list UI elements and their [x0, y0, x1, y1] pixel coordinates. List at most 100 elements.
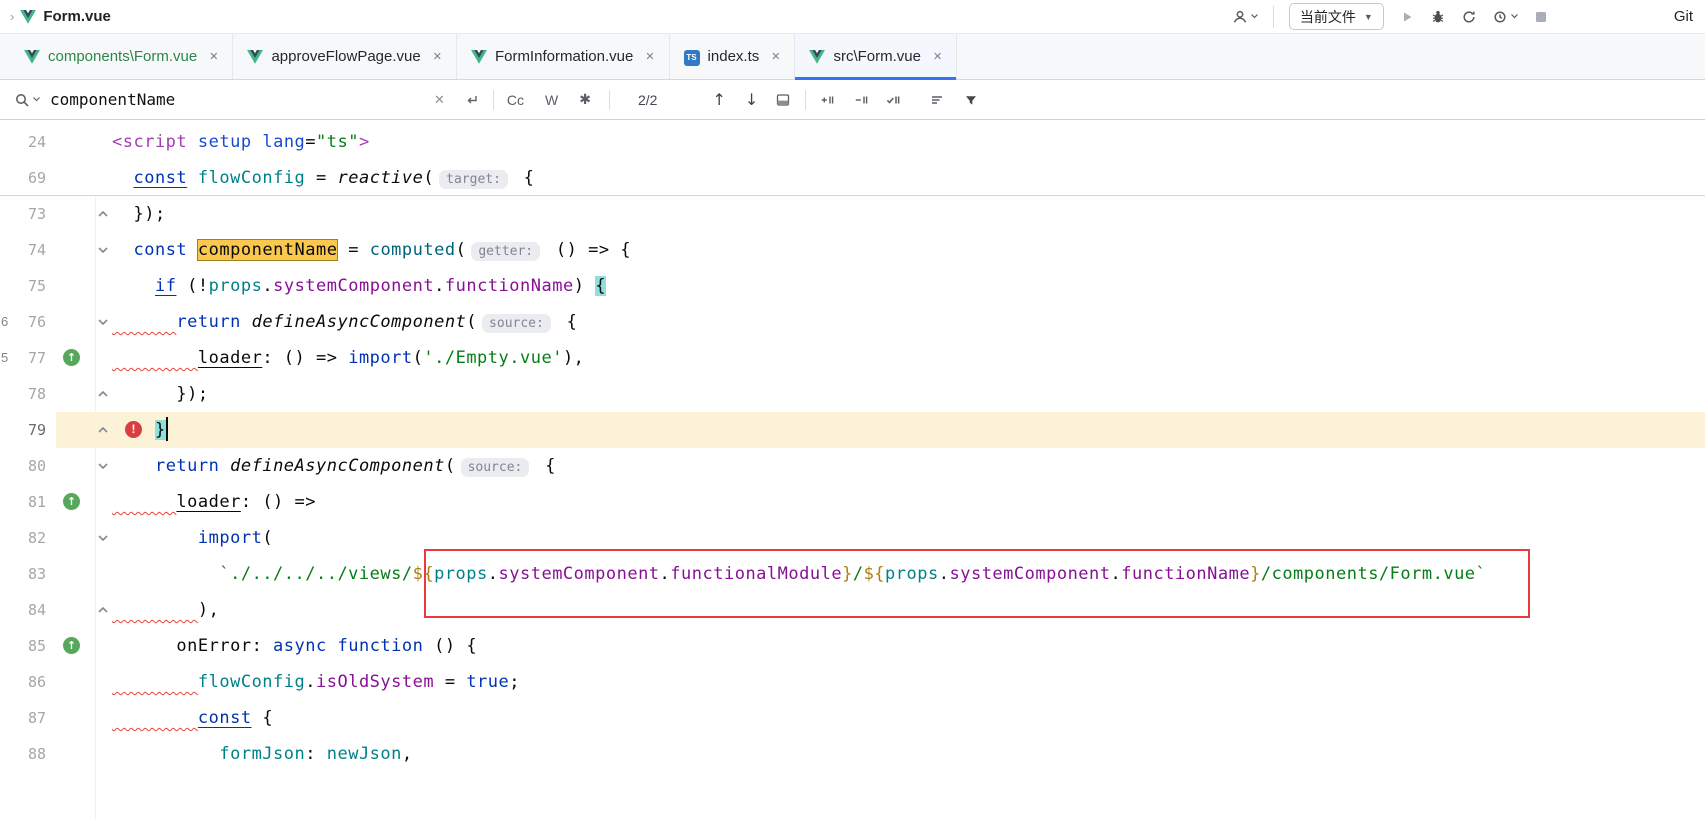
filter-button[interactable] — [963, 92, 979, 108]
code-line[interactable]: 74 const componentName = computed(getter… — [0, 232, 1705, 268]
tab-close-icon[interactable]: ✕ — [433, 50, 442, 63]
rerun-coverage-button[interactable] — [1461, 9, 1477, 25]
editor-tab[interactable]: components\Form.vue✕ — [10, 34, 233, 79]
code-token: functionName — [445, 276, 574, 296]
fold-end-icon[interactable] — [97, 424, 109, 436]
code-token: const — [133, 168, 187, 188]
code-line[interactable]: 775↑ loader: () => import('./Empty.vue')… — [0, 340, 1705, 376]
code-line[interactable]: 69 const flowConfig = reactive(target: { — [0, 160, 1705, 196]
tab-close-icon[interactable]: ✕ — [209, 50, 218, 63]
stray-digit: 5 — [1, 340, 8, 376]
newline-toggle-icon[interactable] — [463, 92, 479, 108]
search-icon[interactable] — [14, 92, 40, 108]
line-number: 80 — [0, 448, 46, 484]
code-text: ), — [112, 592, 219, 628]
ide-window: › Form.vue 当前文件 ▼ — [0, 0, 1705, 820]
fold-end-icon[interactable] — [97, 604, 109, 616]
tab-label: src\Form.vue — [833, 48, 921, 65]
code-text: }); — [112, 376, 209, 412]
remove-occurrence-button[interactable] — [853, 92, 869, 108]
code-token: ( — [413, 348, 424, 368]
code-token: ), — [563, 348, 584, 368]
code-token: import — [348, 348, 412, 368]
editor-tabs: components\Form.vue✕approveFlowPage.vue✕… — [0, 34, 1705, 80]
code-token: if — [155, 276, 176, 296]
code-line[interactable]: 24<script setup lang="ts"> — [0, 124, 1705, 160]
code-token — [112, 708, 198, 728]
search-query[interactable]: componentName — [50, 90, 430, 109]
select-all-occurrences-button[interactable] — [885, 92, 901, 108]
tab-close-icon[interactable]: ✕ — [771, 50, 780, 63]
code-line[interactable]: 80 return defineAsyncComponent(source: { — [0, 448, 1705, 484]
code-token: ; — [509, 672, 520, 692]
override-marker-icon[interactable]: ↑ — [63, 349, 80, 366]
fold-start-icon[interactable] — [97, 460, 109, 472]
code-token: './Empty.vue' — [423, 348, 563, 368]
code-token: const — [198, 708, 252, 728]
run-config-select[interactable]: 当前文件 ▼ — [1289, 3, 1384, 30]
stop-button[interactable] — [1533, 9, 1549, 25]
code-text: flowConfig.isOldSystem = true; — [112, 664, 520, 700]
fold-start-icon[interactable] — [97, 532, 109, 544]
editor-tab[interactable]: TSindex.ts✕ — [670, 34, 796, 79]
next-match-button[interactable]: ↓ — [745, 90, 758, 109]
code-text: formJson: newJson, — [112, 736, 413, 772]
fold-end-icon[interactable] — [97, 208, 109, 220]
filter-lines-button[interactable] — [929, 92, 945, 108]
override-marker-icon[interactable]: ↑ — [63, 637, 80, 654]
editor[interactable]: 24<script setup lang="ts">69 const flowC… — [0, 120, 1705, 820]
divider — [609, 90, 610, 110]
code-line[interactable]: 81↑ loader: () => — [0, 484, 1705, 520]
debug-button[interactable] — [1430, 9, 1446, 25]
code-token: ( — [262, 528, 273, 548]
code-token — [112, 168, 133, 188]
add-occurrence-button[interactable] — [819, 92, 835, 108]
regex-toggle[interactable]: ✱ — [579, 91, 591, 108]
chevron-down-icon — [1511, 14, 1518, 19]
vue-icon — [24, 49, 40, 65]
code-line[interactable]: 79! } — [0, 412, 1705, 448]
words-toggle[interactable]: W — [545, 92, 558, 108]
divider — [805, 90, 806, 110]
code-line[interactable]: 85↑ onError: async function () { — [0, 628, 1705, 664]
override-marker-icon[interactable]: ↑ — [63, 493, 80, 510]
code-token: flowConfig — [198, 168, 305, 188]
fold-start-icon[interactable] — [97, 316, 109, 328]
code-line[interactable]: 73 }); — [0, 196, 1705, 232]
line-number: 88 — [0, 736, 46, 772]
code-token — [112, 564, 219, 584]
code-line[interactable]: 87 const { — [0, 700, 1705, 736]
code-token: return — [155, 456, 219, 476]
run-button[interactable] — [1399, 9, 1415, 25]
error-icon[interactable]: ! — [125, 421, 142, 438]
editor-tab[interactable]: approveFlowPage.vue✕ — [233, 34, 456, 79]
tab-close-icon[interactable]: ✕ — [933, 50, 942, 63]
clear-search-icon[interactable]: ✕ — [434, 92, 445, 108]
code-line[interactable]: 766 return defineAsyncComponent(source: … — [0, 304, 1705, 340]
prev-match-button[interactable]: ↑ — [712, 90, 725, 109]
code-line[interactable]: 75 if (!props.systemComponent.functionNa… — [0, 268, 1705, 304]
code-line[interactable]: 88 formJson: newJson, — [0, 736, 1705, 772]
code-token — [187, 168, 198, 188]
code-line[interactable]: 86 flowConfig.isOldSystem = true; — [0, 664, 1705, 700]
code-token: loader — [176, 492, 240, 512]
tab-close-icon[interactable]: ✕ — [645, 50, 654, 63]
git-label[interactable]: Git — [1674, 8, 1693, 25]
fold-end-icon[interactable] — [97, 388, 109, 400]
fold-start-icon[interactable] — [97, 244, 109, 256]
code-token: . — [262, 276, 273, 296]
profiler-button[interactable] — [1492, 9, 1518, 25]
editor-tab[interactable]: src\Form.vue ✕ — [795, 34, 957, 79]
code-text: const flowConfig = reactive(target: { — [112, 160, 534, 198]
inlay-hint: source: — [461, 458, 530, 477]
open-in-tool-window-button[interactable] — [775, 92, 791, 108]
line-number: 78 — [0, 376, 46, 412]
editor-tab[interactable]: FormInformation.vue✕ — [457, 34, 670, 79]
breadcrumb-chevron-icon[interactable]: › — [10, 9, 14, 24]
line-number: 87 — [0, 700, 46, 736]
code-line[interactable]: 78 }); — [0, 376, 1705, 412]
code-text: const { — [112, 700, 273, 736]
match-case-toggle[interactable]: Cc — [507, 92, 524, 108]
line-number: 24 — [0, 124, 46, 160]
user-icon[interactable] — [1232, 9, 1258, 25]
